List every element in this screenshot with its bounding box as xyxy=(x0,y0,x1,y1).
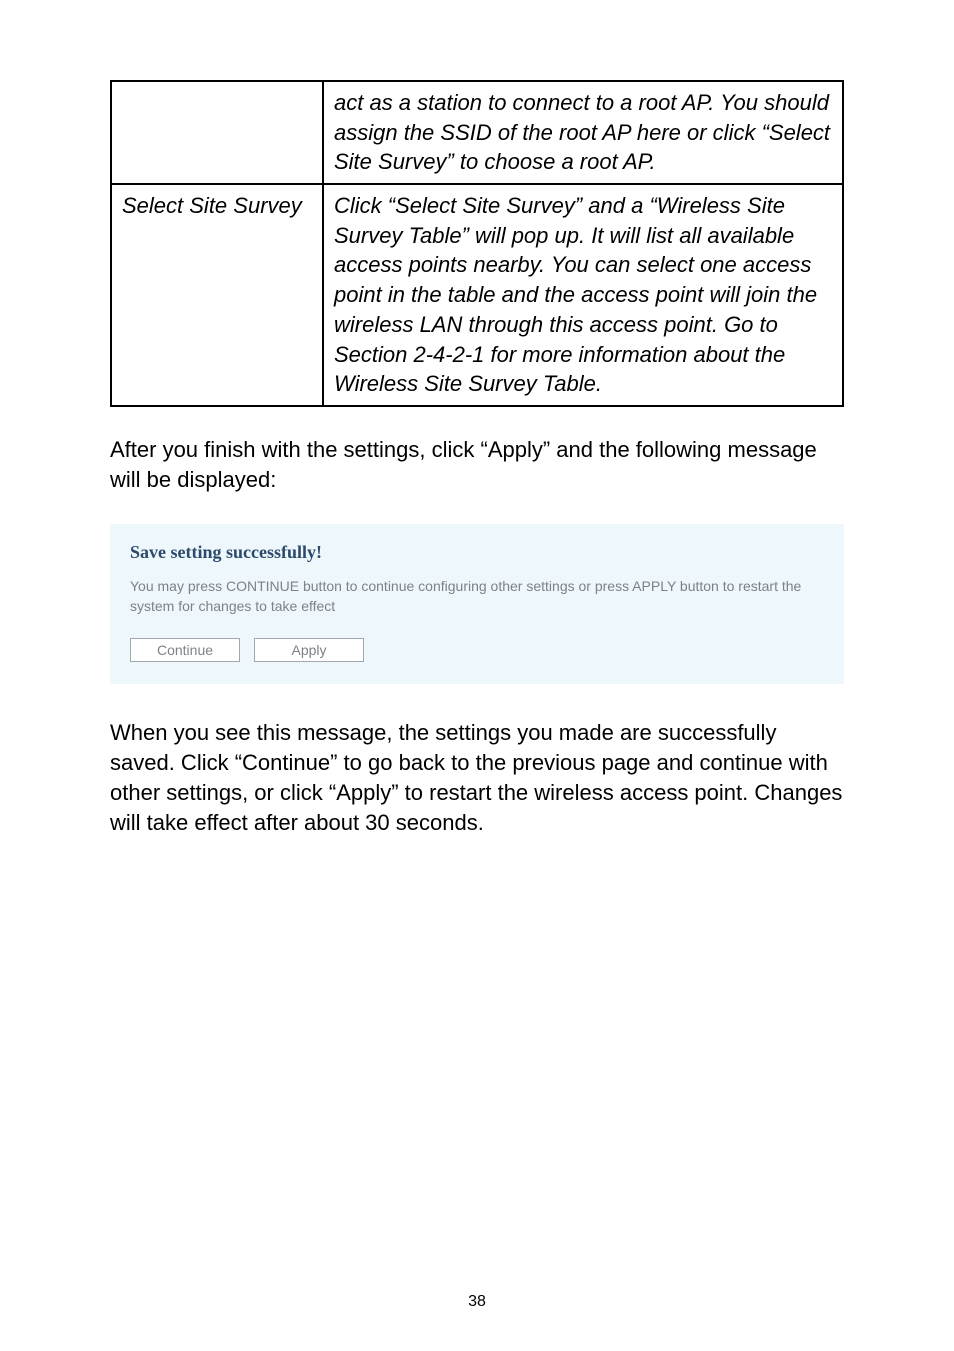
paragraph-explanation: When you see this message, the settings … xyxy=(110,718,844,837)
callout-button-row: Continue Apply xyxy=(130,638,824,662)
table-cell-right: act as a station to connect to a root AP… xyxy=(323,81,843,184)
callout-title: Save setting successfully! xyxy=(130,542,824,563)
table-row: act as a station to connect to a root AP… xyxy=(111,81,843,184)
callout-body: You may press CONTINUE button to continu… xyxy=(130,577,824,616)
table-cell-right: Click “Select Site Survey” and a “Wirele… xyxy=(323,184,843,406)
page-number: 38 xyxy=(0,1293,954,1311)
save-success-callout: Save setting successfully! You may press… xyxy=(110,524,844,684)
table-row: Select Site Survey Click “Select Site Su… xyxy=(111,184,843,406)
info-table: act as a station to connect to a root AP… xyxy=(110,80,844,407)
apply-button[interactable]: Apply xyxy=(254,638,364,662)
continue-button[interactable]: Continue xyxy=(130,638,240,662)
paragraph-apply-hint: After you finish with the settings, clic… xyxy=(110,435,844,494)
table-cell-left: Select Site Survey xyxy=(111,184,323,406)
page-container: act as a station to connect to a root AP… xyxy=(0,0,954,1351)
table-cell-left xyxy=(111,81,323,184)
